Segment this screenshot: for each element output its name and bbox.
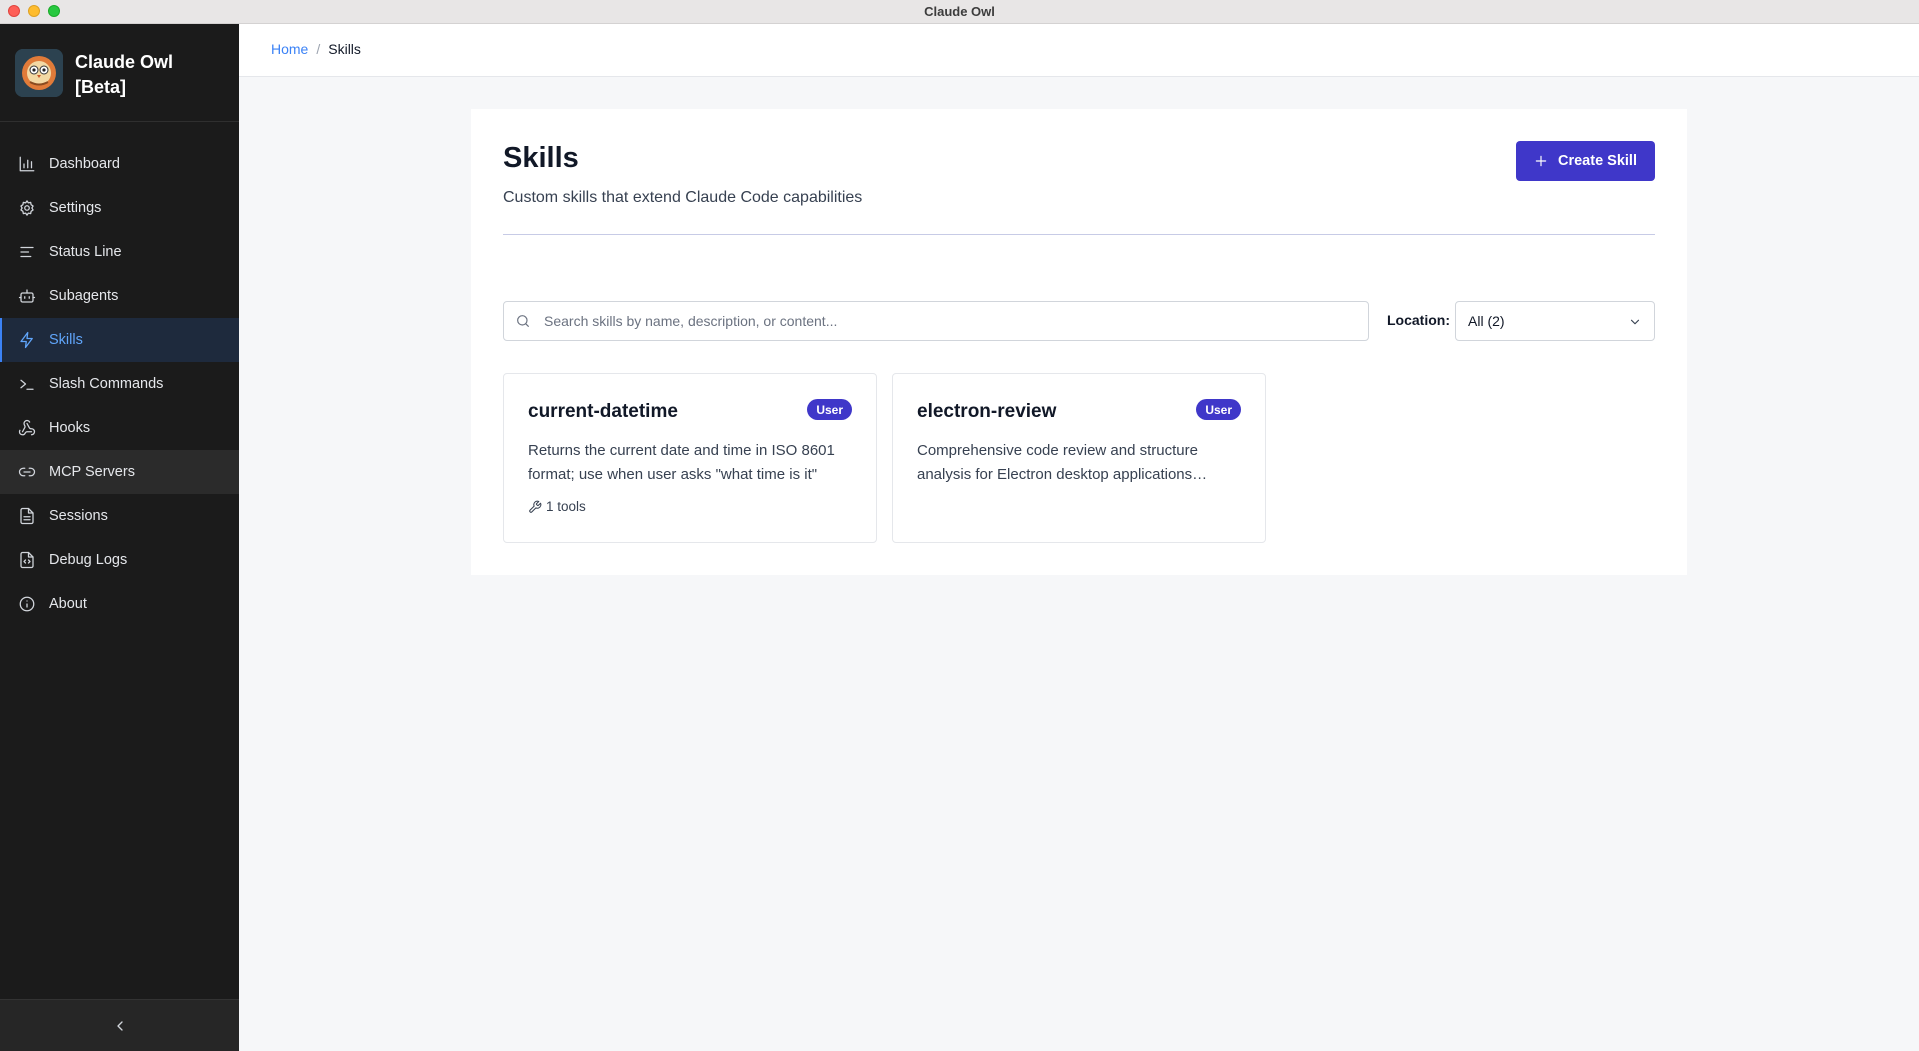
sidebar-item-label: About: [49, 596, 87, 612]
lightning-icon: [17, 330, 37, 350]
skill-card-electron-review[interactable]: electron-review User Comprehensive code …: [892, 373, 1266, 543]
sidebar-item-label: Status Line: [49, 244, 122, 260]
search-icon: [517, 315, 529, 327]
skill-card-current-datetime[interactable]: current-datetime User Returns the curren…: [503, 373, 877, 543]
sidebar-item-label: Settings: [49, 200, 102, 216]
sidebar-item-settings[interactable]: Settings: [0, 186, 239, 230]
sidebar-item-about[interactable]: About: [0, 582, 239, 626]
skill-description: Comprehensive code review and structure …: [917, 442, 1198, 483]
link-icon: [17, 462, 37, 482]
location-select[interactable]: All (2): [1455, 301, 1655, 341]
sidebar-item-label: Subagents: [49, 288, 119, 304]
skills-panel: Skills Custom skills that extend Claude …: [471, 109, 1687, 575]
skill-location-badge: User: [807, 399, 852, 420]
sidebar-item-dashboard[interactable]: Dashboard: [0, 142, 239, 186]
robot-icon: [17, 286, 37, 306]
breadcrumb: Home / Skills: [271, 41, 361, 57]
header: Home / Skills: [239, 24, 1919, 77]
document-icon: [17, 506, 37, 526]
sidebar: Claude Owl [Beta] Dashboard Settings Sta…: [0, 24, 239, 1051]
window-title: Claude Owl: [924, 4, 995, 19]
skill-description: Returns the current date and time in ISO…: [528, 442, 835, 483]
sidebar-item-debug-logs[interactable]: Debug Logs: [0, 538, 239, 582]
title-bar: Claude Owl: [0, 0, 1919, 24]
sidebar-item-label: Skills: [49, 332, 83, 348]
sidebar-item-label: Dashboard: [49, 156, 120, 172]
divider: [503, 234, 1655, 235]
location-selected-value: All (2): [1468, 313, 1505, 329]
sidebar-item-mcp-servers[interactable]: MCP Servers: [0, 450, 239, 494]
terminal-icon: [17, 374, 37, 394]
page-subtitle: Custom skills that extend Claude Code ca…: [503, 189, 863, 206]
skill-tools-count: 1 tools: [528, 499, 586, 514]
page-title: Skills: [503, 142, 579, 174]
code-file-icon: [17, 550, 37, 570]
gear-icon: [17, 198, 37, 218]
breadcrumb-current: Skills: [328, 41, 361, 57]
search-input[interactable]: [544, 302, 1354, 340]
skill-name: current-datetime: [528, 401, 678, 422]
plus-icon: [1535, 155, 1547, 167]
chevron-left-icon: [116, 1020, 123, 1031]
bar-chart-icon: [17, 154, 37, 174]
breadcrumb-home-link[interactable]: Home: [271, 41, 308, 57]
create-skill-label: Create Skill: [1558, 153, 1637, 169]
collapse-sidebar-button[interactable]: [0, 999, 239, 1051]
chevron-down-icon: [1630, 319, 1640, 325]
location-label: Location:: [1387, 312, 1450, 328]
sidebar-item-label: Slash Commands: [49, 376, 164, 392]
skill-location-badge: User: [1196, 399, 1241, 420]
sidebar-item-label: Sessions: [49, 508, 108, 524]
sidebar-item-label: Debug Logs: [49, 552, 128, 568]
sidebar-item-slash-commands[interactable]: Slash Commands: [0, 362, 239, 406]
breadcrumb-separator: /: [316, 41, 321, 57]
lines-icon: [17, 242, 37, 262]
create-skill-button[interactable]: Create Skill: [1516, 141, 1655, 181]
info-icon: [17, 594, 37, 614]
skill-name: electron-review: [917, 401, 1057, 422]
sidebar-item-label: Hooks: [49, 420, 91, 436]
sidebar-item-sessions[interactable]: Sessions: [0, 494, 239, 538]
sidebar-item-hooks[interactable]: Hooks: [0, 406, 239, 450]
sidebar-item-skills[interactable]: Skills: [0, 318, 239, 362]
owl-logo-icon: [15, 49, 63, 97]
sidebar-item-status-line[interactable]: Status Line: [0, 230, 239, 274]
brand: Claude Owl [Beta]: [0, 24, 239, 122]
search-box: [503, 301, 1369, 341]
webhook-icon: [17, 418, 37, 438]
app-name: Claude Owl [Beta]: [75, 52, 174, 97]
wrench-icon: [529, 500, 542, 513]
skill-tools-label: 1 tools: [546, 499, 586, 514]
sidebar-nav: Dashboard Settings Status Line Subagents…: [0, 142, 239, 626]
sidebar-item-label: MCP Servers: [49, 464, 135, 480]
sidebar-item-subagents[interactable]: Subagents: [0, 274, 239, 318]
